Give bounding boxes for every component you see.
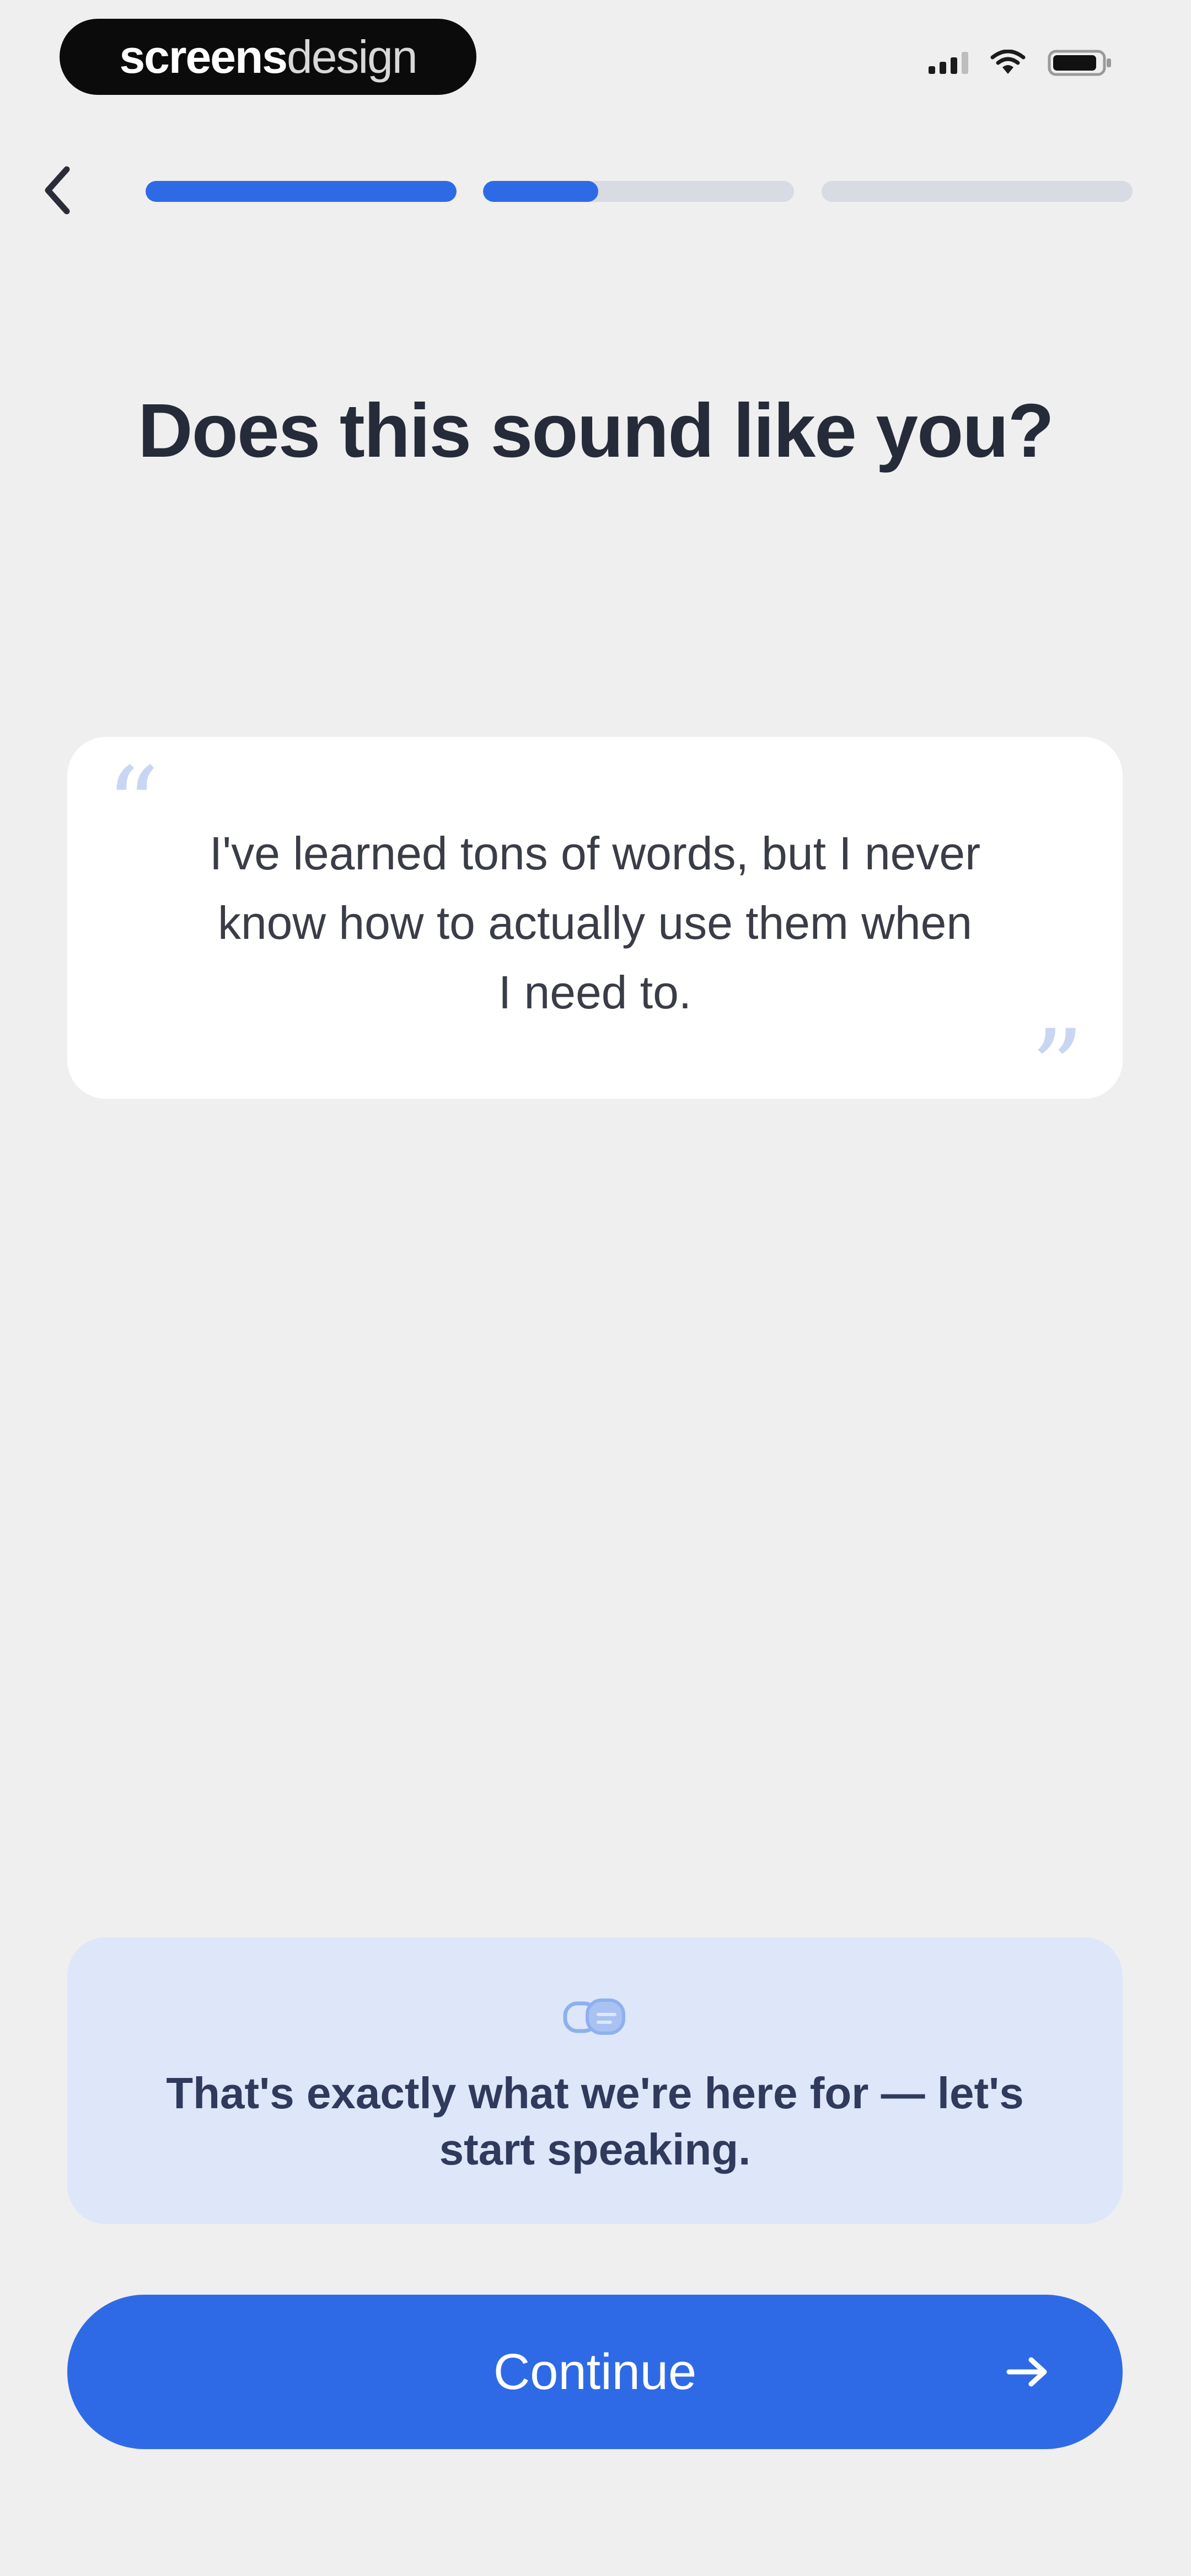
- progress-fill-1: [146, 181, 457, 202]
- info-text: That's exactly what we're here for — let…: [166, 2069, 1024, 2174]
- open-quote-icon: “: [106, 745, 160, 867]
- watermark-light-text: design: [287, 30, 418, 83]
- signal-icon: [929, 52, 968, 74]
- onboarding-progress: [146, 181, 1133, 202]
- watermark-bold-text: screens: [119, 30, 288, 83]
- info-box: That's exactly what we're here for — let…: [67, 1937, 1123, 2224]
- progress-fill-2: [483, 181, 598, 202]
- progress-segment-1: [146, 181, 457, 202]
- onboarding-screen: screens design Does this sound like you?…: [0, 0, 1191, 2576]
- quote-card: “ I've learned tons of words, but I neve…: [67, 737, 1123, 1121]
- status-icons: [929, 49, 1114, 77]
- page-title: Does this sound like you?: [138, 388, 1054, 474]
- chevron-left-icon: [45, 166, 70, 215]
- continue-label: Continue: [493, 2343, 697, 2400]
- chat-bubbles-icon: [562, 1992, 628, 2048]
- progress-segment-3: [822, 181, 1133, 202]
- arrow-right-icon: [1006, 2357, 1047, 2387]
- wifi-icon: [990, 50, 1026, 76]
- quote-text: I've learned tons of words, but I never …: [209, 827, 981, 1018]
- back-button[interactable]: [33, 160, 83, 221]
- battery-icon: [1048, 49, 1114, 77]
- close-quote-icon: ”: [1030, 1007, 1084, 1129]
- continue-button[interactable]: Continue: [67, 2295, 1123, 2449]
- progress-segment-2: [483, 181, 794, 202]
- watermark-badge: screens design: [60, 19, 476, 95]
